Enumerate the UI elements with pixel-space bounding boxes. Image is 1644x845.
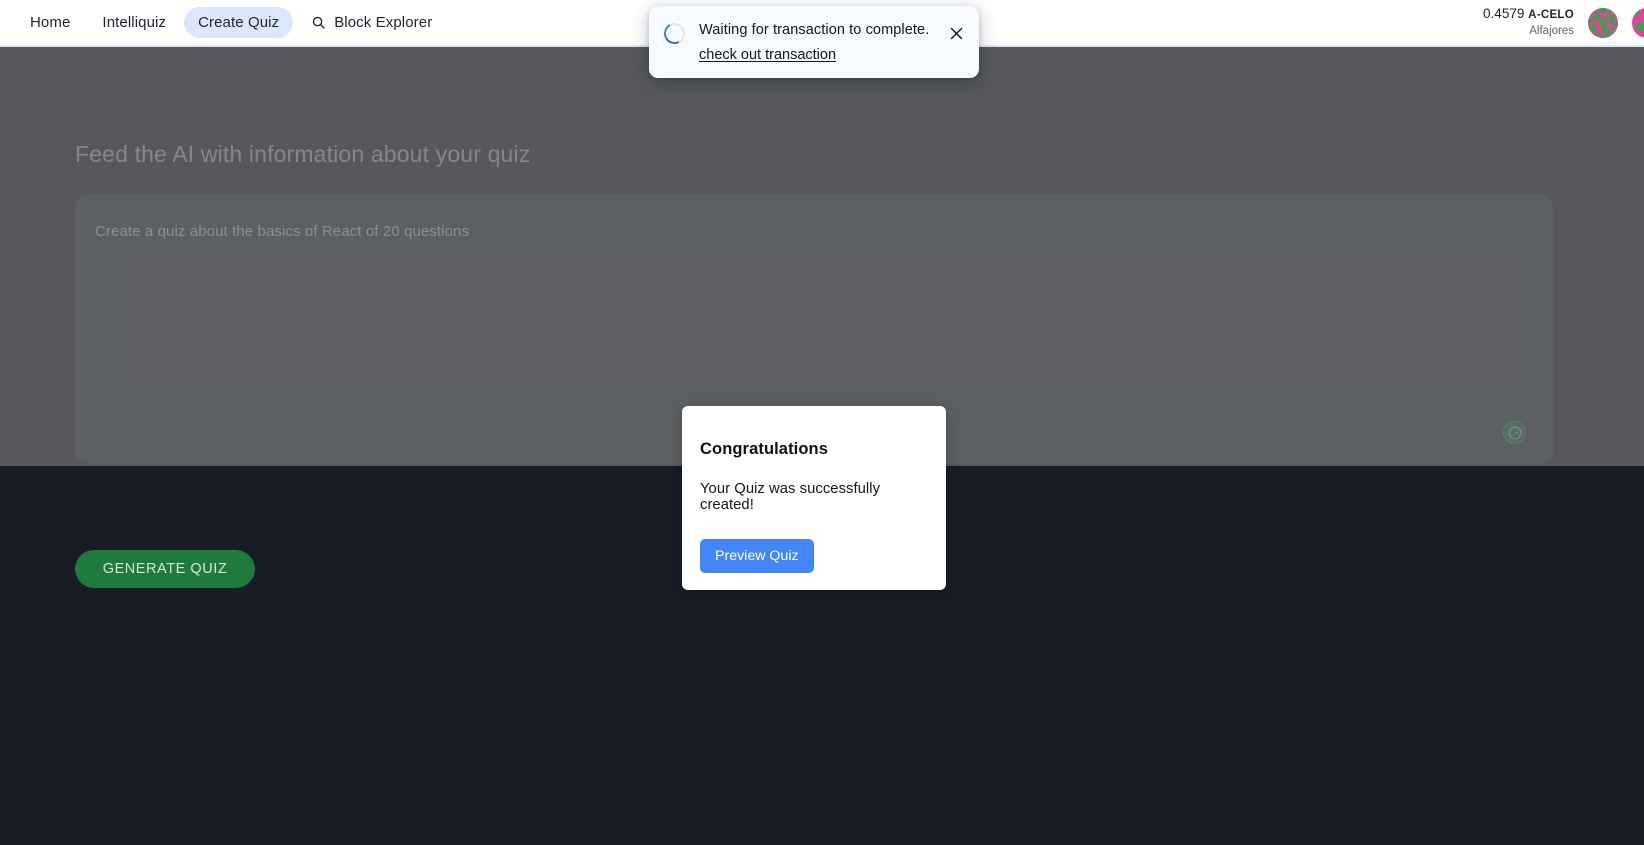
toast-transaction-link[interactable]: check out transaction <box>699 47 836 63</box>
close-icon[interactable] <box>946 23 966 43</box>
quiz-prompt-placeholder: Create a quiz about the basics of React … <box>95 223 470 240</box>
wallet-balance-amount: 0.4579 <box>1483 6 1525 22</box>
generate-quiz-button[interactable]: GENERATE QUIZ <box>75 550 255 588</box>
page-title: Feed the AI with information about your … <box>75 141 531 167</box>
wallet-network-label: Alfajores <box>1529 25 1574 38</box>
preview-quiz-button[interactable]: Preview Quiz <box>700 539 814 573</box>
nav-link-create-quiz[interactable]: Create Quiz <box>184 7 294 38</box>
celo-logo-icon <box>1503 421 1526 444</box>
nav-link-block-explorer-label: Block Explorer <box>334 14 433 31</box>
search-icon <box>311 15 326 30</box>
nav-link-home[interactable]: Home <box>16 7 84 38</box>
loading-spinner-icon <box>661 20 688 47</box>
transaction-toast: Waiting for transaction to complete. che… <box>649 6 979 79</box>
account-avatar[interactable] <box>1588 7 1618 38</box>
nav-link-block-explorer[interactable]: Block Explorer <box>297 7 446 38</box>
nav-links: Home Intelliquiz Create Quiz Block Explo… <box>0 7 446 38</box>
toast-body: Waiting for transaction to complete. che… <box>699 20 932 64</box>
modal-title: Congratulations <box>700 440 828 458</box>
toast-message: Waiting for transaction to complete. <box>699 22 930 38</box>
wallet-balance-block: 0.4579 A-CELO Alfajores <box>1483 6 1574 38</box>
wallet-balance-row: 0.4579 A-CELO <box>1483 6 1574 23</box>
quiz-created-modal: Congratulations Your Quiz was successful… <box>682 406 946 590</box>
modal-body-text: Your Quiz was successfully created! <box>700 481 881 513</box>
wallet-balance-currency: A-CELO <box>1528 9 1574 22</box>
wallet-status[interactable]: 0.4579 A-CELO Alfajores <box>1483 6 1644 38</box>
account-avatar-secondary[interactable] <box>1632 7 1644 38</box>
nav-link-intelliquiz[interactable]: Intelliquiz <box>88 7 180 38</box>
